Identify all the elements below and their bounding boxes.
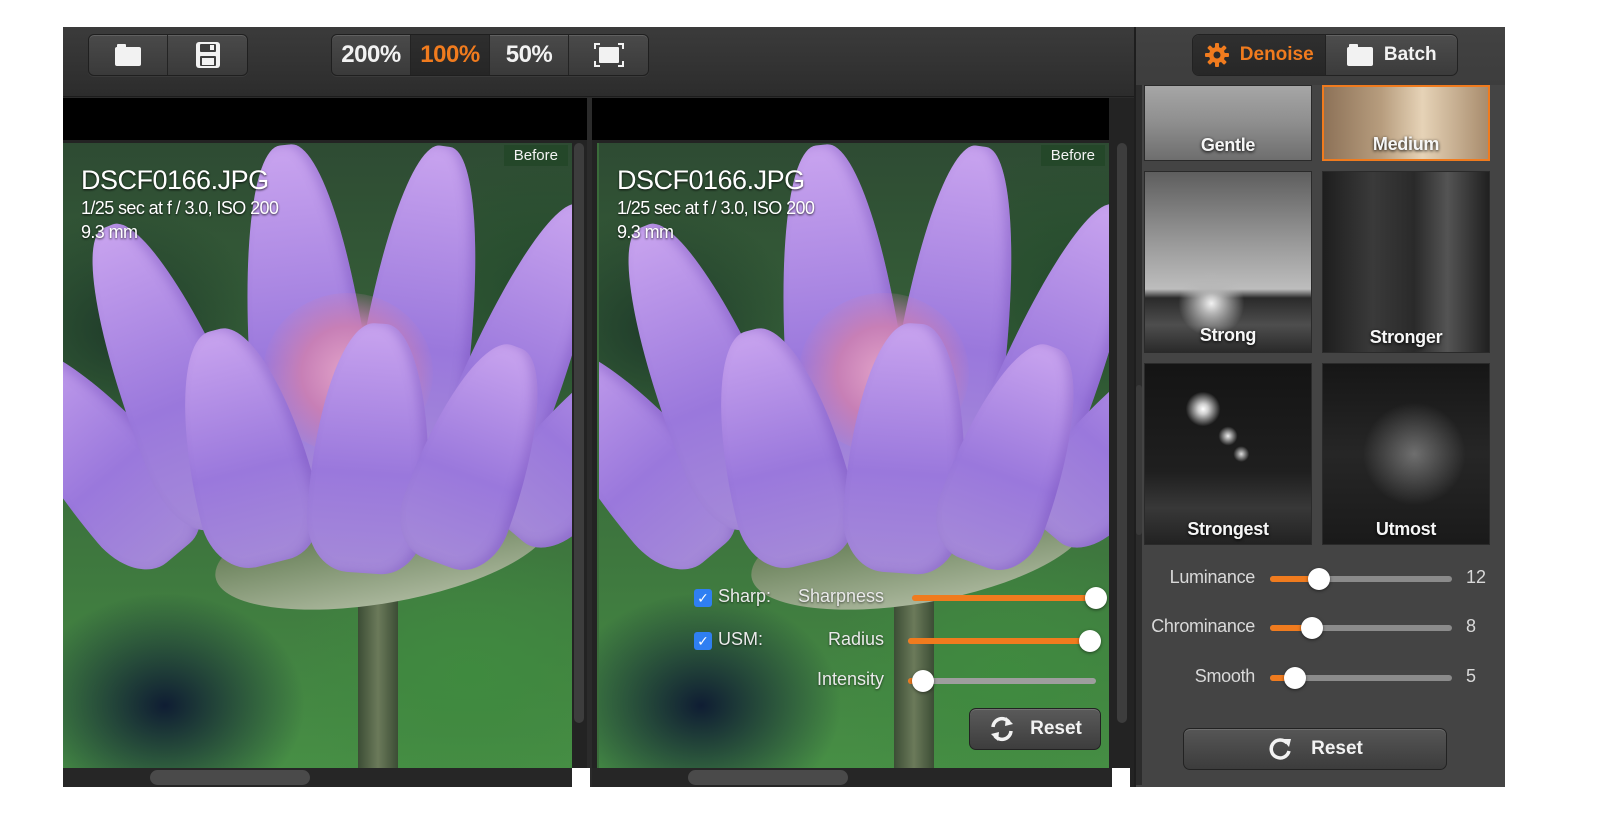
- save-icon: [195, 42, 220, 68]
- mode-switch: Denoise Batch: [1192, 34, 1458, 76]
- radius-label: Radius: [827, 629, 884, 649]
- preset-strongest[interactable]: Strongest: [1144, 363, 1312, 545]
- app-window: 200% 100% 50% Before DSCF0166.JPG 1/25 s…: [63, 27, 1505, 787]
- settings-panel: Denoise Batch Gentle Medium Strong Stron…: [1134, 27, 1505, 787]
- filename: DSCF0166.JPG: [81, 165, 269, 195]
- fit-to-screen-icon: [593, 43, 624, 67]
- reset-label: Reset: [1311, 738, 1363, 759]
- preset-gentle[interactable]: Gentle: [1144, 85, 1312, 161]
- before-viewer: Before DSCF0166.JPG 1/25 sec at f / 3.0,…: [63, 98, 587, 787]
- slider-fill: [908, 638, 1091, 644]
- radius-row: ✓ USM: Radius: [694, 626, 1104, 656]
- before-tag: Before: [503, 145, 568, 166]
- denoise-reset-button[interactable]: Reset: [1183, 728, 1447, 770]
- usm-checkbox[interactable]: ✓: [694, 632, 712, 650]
- preset-label: Strong: [1199, 325, 1257, 345]
- after-viewer: Before DSCF0166.JPG 1/25 sec at f / 3.0,…: [592, 98, 1134, 787]
- zoom-100-button[interactable]: 100%: [411, 35, 490, 75]
- sharpness-row: ✓ Sharp: Sharpness: [694, 583, 1108, 613]
- viewer-header-bar: [592, 98, 1109, 140]
- chrominance-slider[interactable]: [1270, 617, 1452, 639]
- intensity-row: Intensity: [694, 666, 1104, 696]
- after-image[interactable]: Before DSCF0166.JPG 1/25 sec at f / 3.0,…: [597, 143, 1109, 768]
- preset-stronger[interactable]: Stronger: [1322, 171, 1490, 353]
- panel-scroll-thumb[interactable]: [1136, 385, 1142, 535]
- sharpness-label: Sharpness: [797, 586, 884, 606]
- sharpen-reset-button[interactable]: Reset: [969, 708, 1101, 750]
- denoise-tab[interactable]: Denoise: [1193, 35, 1326, 75]
- slider-knob[interactable]: [1308, 568, 1331, 590]
- vertical-scrollbar[interactable]: [574, 143, 584, 723]
- filename: DSCF0166.JPG: [617, 165, 805, 195]
- photo-info: DSCF0166.JPG 1/25 sec at f / 3.0, ISO 20…: [81, 165, 279, 244]
- refresh-icon: [991, 716, 1014, 742]
- folder-icon: [1346, 44, 1373, 66]
- sharp-checkbox[interactable]: ✓: [694, 589, 712, 607]
- scroll-corner: [572, 768, 590, 787]
- sharpness-slider[interactable]: [912, 587, 1108, 609]
- exposure-info: 1/25 sec at f / 3.0, ISO 200: [81, 198, 279, 218]
- zoom-button-group: 200% 100% 50%: [331, 34, 649, 76]
- smooth-value: 5: [1466, 666, 1477, 686]
- preset-label: Utmost: [1375, 519, 1437, 539]
- chrominance-row: Chrominance 8: [1136, 612, 1505, 642]
- scroll-thumb[interactable]: [150, 770, 310, 785]
- slider-knob[interactable]: [1284, 667, 1307, 689]
- preset-label: Strongest: [1187, 519, 1269, 539]
- smooth-slider[interactable]: [1270, 667, 1452, 689]
- save-button[interactable]: [168, 35, 247, 75]
- luminance-row: Luminance 12: [1136, 563, 1505, 593]
- scroll-corner: [1112, 768, 1130, 787]
- panel-header: Denoise Batch: [1136, 27, 1505, 85]
- slider-knob[interactable]: [1085, 587, 1108, 609]
- fit-to-screen-button[interactable]: [569, 35, 648, 75]
- denoise-label: Denoise: [1239, 44, 1314, 65]
- intensity-label: Intensity: [816, 669, 884, 689]
- focal-length: 9.3 mm: [81, 222, 138, 242]
- gear-icon: [1204, 43, 1229, 67]
- slider-knob[interactable]: [1079, 630, 1102, 652]
- preset-label: Gentle: [1200, 135, 1256, 155]
- slider-knob[interactable]: [912, 670, 935, 692]
- open-button[interactable]: [89, 35, 168, 75]
- luminance-label: Luminance: [1169, 567, 1256, 587]
- scroll-thumb[interactable]: [688, 770, 848, 785]
- intensity-slider[interactable]: [908, 670, 1096, 692]
- zoom-200-button[interactable]: 200%: [332, 35, 411, 75]
- slider-fill: [912, 595, 1097, 601]
- file-button-group: [88, 34, 248, 76]
- reset-label: Reset: [1030, 718, 1082, 739]
- smooth-label: Smooth: [1194, 666, 1256, 686]
- preset-utmost[interactable]: Utmost: [1322, 363, 1490, 545]
- smooth-row: Smooth 5: [1136, 662, 1505, 692]
- chrominance-label: Chrominance: [1151, 616, 1255, 636]
- toolbar: 200% 100% 50%: [63, 27, 1134, 97]
- usm-checkbox-label: USM:: [718, 629, 763, 649]
- chrominance-value: 8: [1466, 616, 1477, 636]
- folder-icon: [115, 44, 141, 66]
- luminance-slider[interactable]: [1270, 568, 1452, 590]
- preset-strong[interactable]: Strong: [1144, 171, 1312, 353]
- preset-label: Stronger: [1369, 327, 1443, 347]
- photo-info: DSCF0166.JPG 1/25 sec at f / 3.0, ISO 20…: [617, 165, 815, 244]
- slider-knob[interactable]: [1300, 617, 1323, 639]
- viewer-header-bar: [63, 98, 587, 140]
- batch-label: Batch: [1383, 44, 1437, 65]
- preset-label: Medium: [1372, 134, 1440, 154]
- focal-length: 9.3 mm: [617, 222, 674, 242]
- sharp-checkbox-label: Sharp:: [718, 586, 772, 606]
- refresh-icon: [1269, 738, 1292, 760]
- exposure-info: 1/25 sec at f / 3.0, ISO 200: [617, 198, 815, 218]
- before-tag: Before: [1040, 145, 1105, 166]
- horizontal-scrollbar[interactable]: [63, 768, 587, 787]
- zoom-50-button[interactable]: 50%: [490, 35, 569, 75]
- radius-slider[interactable]: [908, 630, 1102, 652]
- preset-medium[interactable]: Medium: [1322, 85, 1490, 161]
- vertical-scrollbar[interactable]: [1117, 143, 1127, 723]
- batch-tab[interactable]: Batch: [1326, 35, 1458, 75]
- before-image[interactable]: Before DSCF0166.JPG 1/25 sec at f / 3.0,…: [63, 143, 572, 768]
- horizontal-scrollbar[interactable]: [592, 768, 1116, 787]
- luminance-value: 12: [1466, 567, 1487, 587]
